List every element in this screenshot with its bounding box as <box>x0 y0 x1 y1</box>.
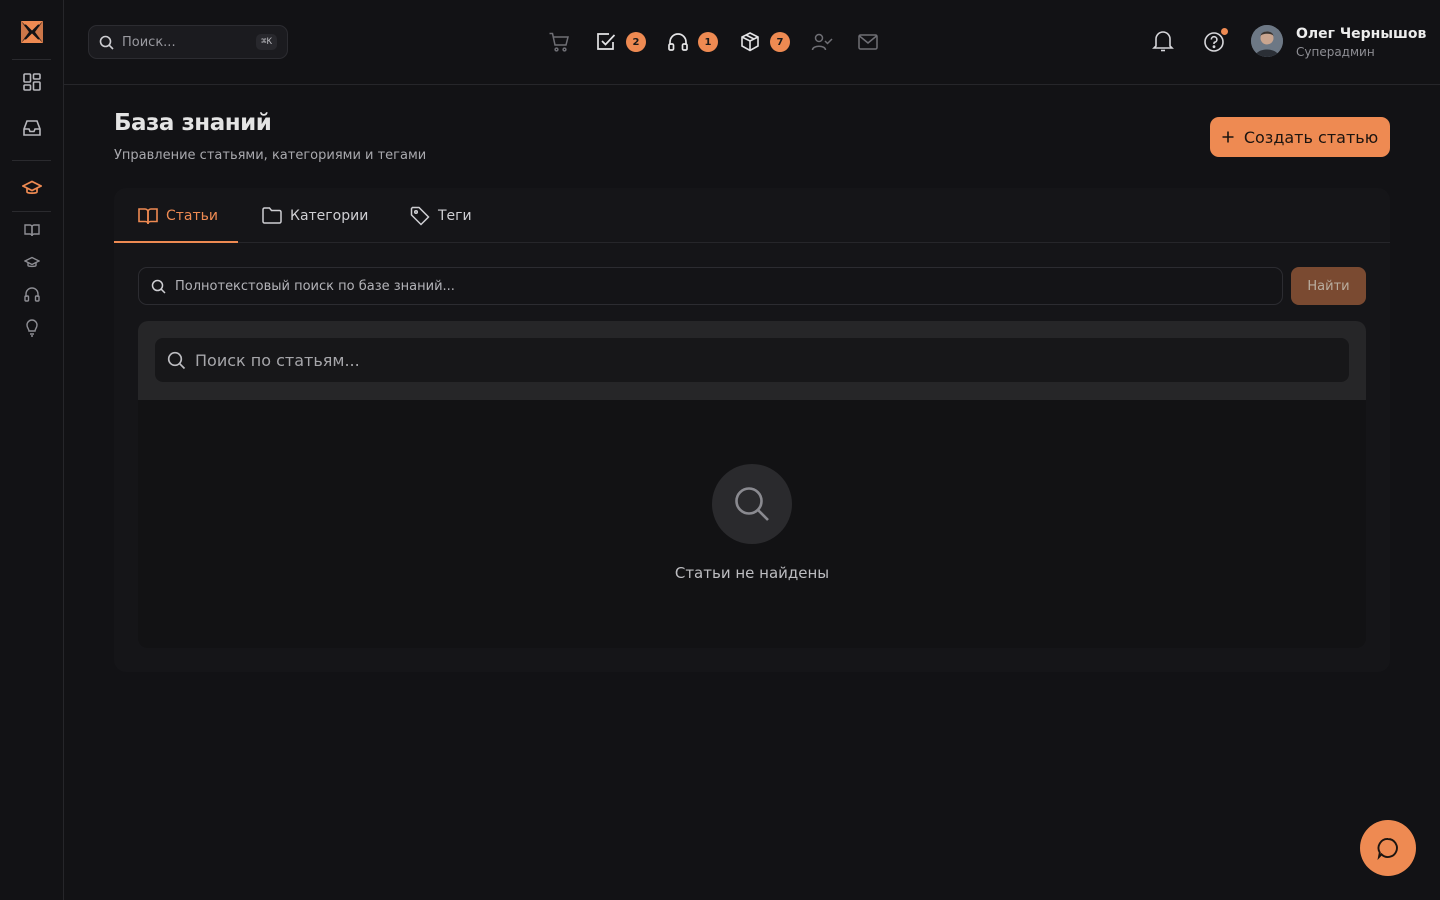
global-search[interactable]: Поиск... ⌘K <box>88 25 288 59</box>
fulltext-search-placeholder: Полнотекстовый поиск по базе знаний... <box>175 278 455 294</box>
sidebar-divider <box>12 160 51 161</box>
user-role: Суперадмин <box>1296 45 1375 59</box>
create-article-label: Создать статью <box>1243 127 1379 147</box>
plus-icon <box>1222 131 1234 143</box>
tab-articles-label: Статьи <box>166 207 219 224</box>
knowledge-panel: Статьи Категории Теги Полнотекстовый пои… <box>114 188 1390 672</box>
package-icon <box>741 32 759 52</box>
search-icon <box>167 351 186 369</box>
articles-list: Поиск по статьям... Статьи не найдены <box>138 321 1366 648</box>
headphones-icon <box>23 286 40 302</box>
sidebar-item-courses[interactable] <box>0 254 63 270</box>
sidebar <box>0 0 64 900</box>
search-icon <box>735 487 769 521</box>
tab-categories[interactable]: Категории <box>262 188 368 243</box>
user-photo-icon <box>1251 25 1283 57</box>
sidebar-item-knowledge[interactable] <box>0 177 63 199</box>
support-button[interactable] <box>667 30 689 54</box>
find-button[interactable]: Найти <box>1291 267 1366 305</box>
sidebar-item-support[interactable] <box>0 285 63 303</box>
search-shortcut: ⌘K <box>256 34 277 50</box>
graduation-cap-icon <box>23 256 40 267</box>
active-tab-indicator <box>114 241 238 243</box>
mail-icon <box>858 34 878 50</box>
users-button[interactable] <box>811 30 833 54</box>
packages-badge: 7 <box>770 32 790 52</box>
tab-tags-label: Теги <box>438 207 472 224</box>
user-check-icon <box>811 33 833 51</box>
cart-icon <box>549 32 569 52</box>
global-search-placeholder: Поиск... <box>122 34 176 50</box>
graduation-cap-icon <box>21 180 42 194</box>
sidebar-divider <box>12 59 51 60</box>
chat-bubble-icon <box>1377 838 1398 860</box>
cart-button[interactable] <box>548 30 570 54</box>
search-icon <box>151 279 166 294</box>
topbar: Поиск... ⌘K 2 1 7 Олег Чернышов Суперадм… <box>64 0 1440 85</box>
tag-icon <box>410 206 430 226</box>
chat-button[interactable] <box>1360 820 1416 876</box>
fulltext-search-input[interactable]: Полнотекстовый поиск по базе знаний... <box>138 267 1283 305</box>
user-name[interactable]: Олег Чернышов <box>1296 26 1426 42</box>
search-icon <box>99 35 114 50</box>
sidebar-item-dashboard[interactable] <box>0 71 63 93</box>
create-article-button[interactable]: Создать статью <box>1210 117 1390 157</box>
tasks-badge: 2 <box>626 32 646 52</box>
inbox-icon <box>22 120 41 136</box>
tab-categories-label: Категории <box>290 207 369 224</box>
packages-button[interactable] <box>739 30 761 54</box>
articles-search-input[interactable]: Поиск по статьям... <box>155 338 1349 382</box>
logo-icon[interactable] <box>19 19 45 45</box>
app-root: Поиск... ⌘K 2 1 7 Олег Чернышов Суперадм… <box>0 0 1440 900</box>
notifications-button[interactable] <box>1152 29 1174 57</box>
headphones-icon <box>668 33 688 51</box>
bell-icon <box>1152 31 1174 52</box>
book-icon <box>23 224 40 237</box>
support-badge: 1 <box>698 32 718 52</box>
folder-icon <box>262 207 282 224</box>
tab-articles[interactable]: Статьи <box>138 188 218 243</box>
tasks-button[interactable] <box>595 30 617 54</box>
sidebar-item-inbox[interactable] <box>0 117 63 139</box>
avatar[interactable] <box>1251 25 1283 57</box>
check-square-icon <box>597 33 616 50</box>
sidebar-item-book[interactable] <box>0 221 63 239</box>
mail-button[interactable] <box>857 30 879 54</box>
dashboard-icon <box>22 73 41 91</box>
articles-list-header: Поиск по статьям... <box>138 321 1366 400</box>
empty-state-illustration <box>712 464 792 544</box>
empty-state-message: Статьи не найдены <box>674 564 830 582</box>
articles-search-placeholder: Поиск по статьям... <box>195 350 360 370</box>
tab-tags[interactable]: Теги <box>410 188 472 243</box>
lightbulb-icon <box>25 319 38 337</box>
book-open-icon <box>138 207 158 224</box>
sidebar-item-ideas[interactable] <box>0 318 63 338</box>
page-subtitle: Управление статьями, категориями и тегам… <box>114 148 427 163</box>
sidebar-divider <box>12 211 51 212</box>
page-title: База знаний <box>114 110 272 136</box>
tabs: Статьи Категории Теги <box>114 188 1390 243</box>
help-notification-dot <box>1221 28 1228 35</box>
